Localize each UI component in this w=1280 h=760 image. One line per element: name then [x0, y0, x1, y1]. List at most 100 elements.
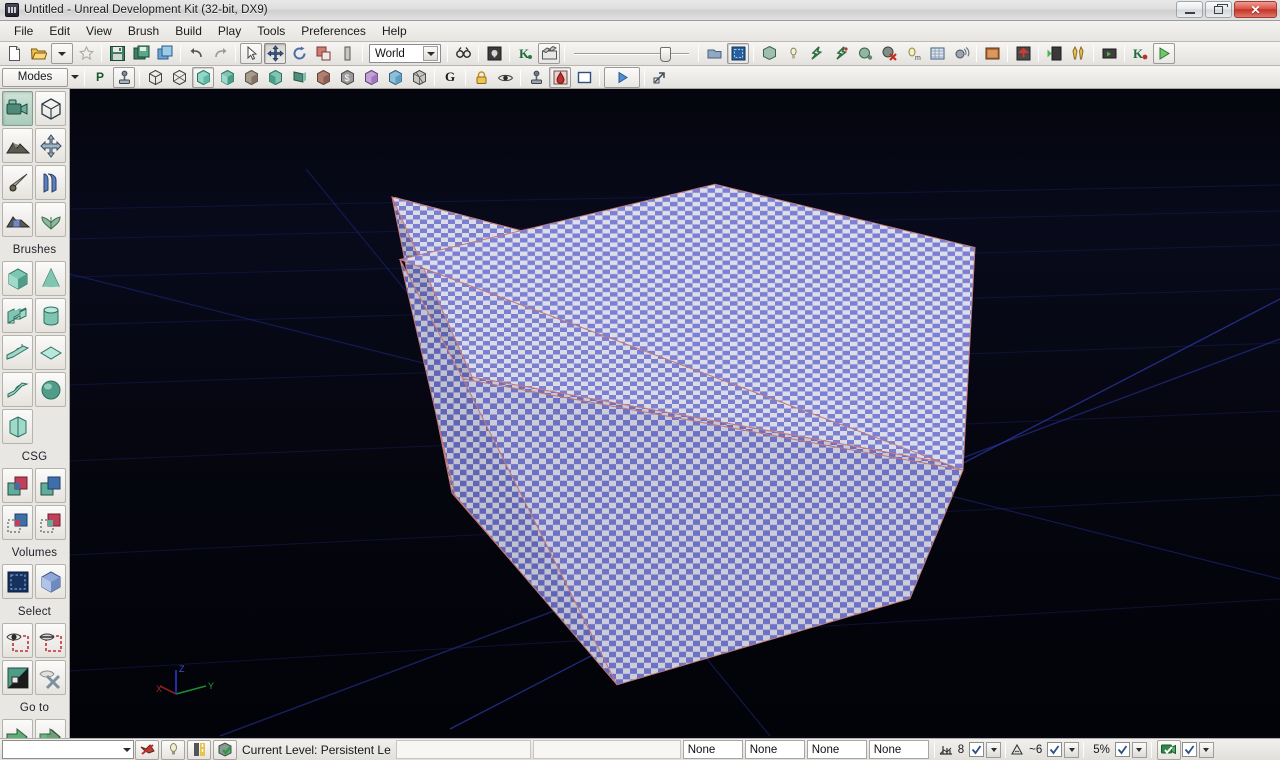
mode-mesh-paint[interactable]	[35, 165, 66, 200]
brush-cylinder[interactable]	[35, 298, 66, 333]
texture-density-icon[interactable]	[312, 67, 334, 88]
bsp-split-icon[interactable]	[408, 67, 430, 88]
menu-help[interactable]: Help	[374, 22, 415, 40]
open-level-icon[interactable]	[27, 43, 49, 64]
play-on-pc-icon[interactable]	[1098, 43, 1120, 64]
drag-grid-slider[interactable]	[574, 44, 689, 64]
mode-foliage[interactable]	[35, 202, 66, 237]
show-flags-eye-icon[interactable]	[494, 67, 516, 88]
build-cover-icon[interactable]	[854, 43, 876, 64]
camera-speed-dropdown[interactable]	[1199, 742, 1214, 758]
brush-cone[interactable]	[35, 261, 66, 296]
open-recent-dropdown-icon[interactable]	[51, 43, 73, 64]
perspective-viewport[interactable]: X Y Z	[70, 89, 1280, 738]
menu-brush[interactable]: Brush	[120, 22, 167, 40]
brush-sheet[interactable]	[35, 335, 66, 370]
csg-deintersect[interactable]	[35, 505, 66, 540]
kismet-debugger-icon[interactable]: K	[1129, 43, 1151, 64]
mode-landscape[interactable]	[2, 202, 33, 237]
lightmap-density-icon[interactable]	[360, 67, 382, 88]
select-tool-icon[interactable]	[240, 43, 262, 64]
realtime-preview-icon[interactable]	[549, 67, 571, 88]
hide-unselected-icon[interactable]	[135, 740, 159, 760]
scale-grid-dropdown[interactable]	[1132, 742, 1147, 758]
brush-sphere[interactable]	[35, 372, 66, 407]
unlit-mode-icon[interactable]	[703, 43, 725, 64]
wireframe-view-icon[interactable]	[144, 67, 166, 88]
viewport-play-icon[interactable]	[604, 67, 640, 88]
save-level-icon[interactable]	[106, 43, 128, 64]
build-lighting-icon[interactable]	[782, 43, 804, 64]
menu-tools[interactable]: Tools	[249, 22, 293, 40]
menu-file[interactable]: File	[6, 22, 41, 40]
select-none[interactable]	[35, 660, 66, 695]
slider-thumb[interactable]	[660, 47, 671, 62]
status-field-3[interactable]: None	[807, 740, 867, 759]
search-actors-icon[interactable]	[452, 43, 474, 64]
lighting-only-icon[interactable]	[264, 67, 286, 88]
play-button-icon[interactable]	[1153, 43, 1175, 64]
mode-geometry[interactable]	[35, 91, 66, 126]
add-volume[interactable]	[2, 564, 33, 599]
csg-subtract[interactable]	[35, 468, 66, 503]
brush-linear-stairs[interactable]	[2, 335, 33, 370]
rotation-grid-dropdown[interactable]	[1064, 742, 1079, 758]
mode-terrain-paint[interactable]	[2, 165, 33, 200]
save-all-writable-icon[interactable]	[154, 43, 176, 64]
kismet-icon[interactable]: K	[514, 43, 536, 64]
detach-viewport-icon[interactable]	[649, 67, 671, 88]
brush-volumetric[interactable]	[2, 409, 33, 444]
maximize-restore-button[interactable]	[1205, 1, 1232, 18]
build-paths-icon[interactable]	[806, 43, 828, 64]
modes-button[interactable]: Modes	[2, 68, 68, 87]
rotation-grid-checkbox[interactable]	[1047, 742, 1062, 757]
chevron-down-icon[interactable]	[123, 748, 131, 752]
status-field-1[interactable]: None	[683, 740, 743, 759]
builder-brush-cube[interactable]	[70, 89, 1280, 738]
redo-icon[interactable]	[209, 43, 231, 64]
show-selected[interactable]	[2, 623, 33, 658]
game-view-icon[interactable]	[525, 67, 547, 88]
menu-play[interactable]: Play	[210, 22, 249, 40]
minimize-button[interactable]	[1176, 1, 1203, 18]
mode-terrain[interactable]	[2, 128, 33, 163]
matinee-icon[interactable]	[538, 43, 560, 64]
rotate-tool-icon[interactable]	[288, 43, 310, 64]
invert-selection[interactable]	[2, 660, 33, 695]
grid-toggle-icon[interactable]: G	[439, 67, 461, 88]
stats-icon[interactable]	[926, 43, 948, 64]
lightmass-icon[interactable]: m	[902, 43, 924, 64]
path-build-icon[interactable]	[187, 740, 211, 760]
light-map-resolution-icon[interactable]	[384, 67, 406, 88]
csg-add[interactable]	[2, 468, 33, 503]
content-browser-icon[interactable]	[483, 43, 505, 64]
brush-wireframe-view-icon[interactable]	[168, 67, 190, 88]
modes-dropdown-icon[interactable]	[68, 67, 81, 88]
hide-selected[interactable]	[35, 623, 66, 658]
pivot-button[interactable]: P	[89, 67, 111, 88]
coordinate-system-combo[interactable]: World	[369, 44, 441, 63]
save-all-levels-icon[interactable]	[130, 43, 152, 64]
goto-actor[interactable]: A	[2, 719, 33, 738]
brush-stairs[interactable]	[2, 298, 33, 333]
brush-wireframe-icon[interactable]	[727, 43, 749, 64]
build-all-icon[interactable]	[878, 43, 900, 64]
goto-builder-brush[interactable]	[35, 719, 66, 738]
csg-intersect[interactable]	[2, 505, 33, 540]
lock-selection-icon[interactable]	[470, 67, 492, 88]
undo-icon[interactable]	[185, 43, 207, 64]
translate-tool-icon[interactable]	[264, 43, 286, 64]
mode-actor-move[interactable]	[35, 128, 66, 163]
menu-build[interactable]: Build	[167, 22, 210, 40]
brush-cube[interactable]	[2, 261, 33, 296]
scale-tool-icon[interactable]	[312, 43, 334, 64]
mode-camera[interactable]	[2, 91, 33, 126]
light-complexity-icon[interactable]	[288, 67, 310, 88]
status-field-2[interactable]: None	[745, 740, 805, 759]
scale-grid-checkbox[interactable]	[1115, 742, 1130, 757]
play-in-editor-icon[interactable]	[1043, 43, 1065, 64]
camera-speed-icon[interactable]	[1157, 740, 1181, 760]
brush-curved-stairs[interactable]	[2, 372, 33, 407]
new-level-icon[interactable]	[3, 43, 25, 64]
menu-preferences[interactable]: Preferences	[293, 22, 374, 40]
